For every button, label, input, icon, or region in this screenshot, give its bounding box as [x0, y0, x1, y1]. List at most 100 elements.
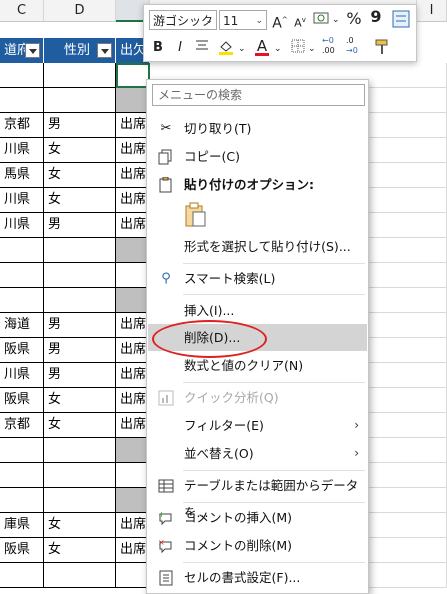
cell-attend[interactable]: 出席 — [116, 188, 150, 213]
cell-attend[interactable] — [116, 488, 150, 513]
cell-gender[interactable] — [44, 88, 116, 113]
cell-pref[interactable]: 京都 — [0, 413, 44, 438]
cell-gender[interactable]: 女 — [44, 188, 116, 213]
font-name-dropdown[interactable]: 游ゴシック ⌄ — [149, 10, 217, 30]
cell-pref[interactable] — [0, 438, 44, 463]
increase-decimal-button[interactable]: ←0.00 — [322, 36, 344, 56]
wrap-text-button[interactable] — [391, 10, 411, 30]
shrink-font-button[interactable]: Av — [290, 10, 310, 30]
menu-item-format-cells[interactable]: セルの書式設定(F)... — [148, 564, 367, 591]
cell-attend[interactable] — [116, 238, 150, 263]
borders-button[interactable] — [288, 38, 308, 58]
cell-pref[interactable]: 川県 — [0, 138, 44, 163]
cell-attend[interactable] — [116, 563, 150, 588]
cell-pref[interactable]: 海道 — [0, 313, 44, 338]
cell-pref[interactable] — [0, 488, 44, 513]
cell-pref[interactable] — [0, 463, 44, 488]
cell-gender[interactable]: 女 — [44, 388, 116, 413]
cell-gender[interactable] — [44, 563, 116, 588]
grow-font-button[interactable]: A^ — [270, 10, 290, 32]
bold-button[interactable]: B — [148, 38, 168, 58]
cell-attend[interactable]: 出席 — [116, 113, 150, 138]
cell-attend[interactable]: 出席 — [116, 138, 150, 163]
cell-pref[interactable]: 阪県 — [0, 338, 44, 363]
menu-item-copy[interactable]: コピー(C) — [148, 143, 367, 170]
cell-gender[interactable] — [44, 463, 116, 488]
format-painter-button[interactable] — [372, 38, 392, 58]
menu-item-cut[interactable]: ✂ 切り取り(T) — [148, 115, 367, 142]
cell-attend[interactable]: 出席 — [116, 363, 150, 388]
menu-item-insert-comment[interactable]: + コメントの挿入(M) — [148, 504, 367, 531]
menu-item-delete-comment[interactable]: × コメントの削除(M) — [148, 532, 367, 559]
cell-gender[interactable]: 男 — [44, 213, 116, 238]
cell-gender[interactable]: 男 — [44, 113, 116, 138]
cell-attend[interactable] — [116, 88, 150, 113]
decrease-decimal-button[interactable]: .0 →0 — [346, 36, 368, 56]
cell-gender[interactable]: 女 — [44, 163, 116, 188]
active-cell[interactable] — [116, 63, 150, 88]
cell-pref[interactable]: 川県 — [0, 213, 44, 238]
cell-pref[interactable]: 阪県 — [0, 538, 44, 563]
cell-gender[interactable]: 男 — [44, 363, 116, 388]
cell-attend[interactable]: 出席 — [116, 513, 150, 538]
cell-gender[interactable] — [44, 263, 116, 288]
cell-gender[interactable] — [44, 63, 116, 88]
cell-pref[interactable] — [0, 288, 44, 313]
menu-item-insert[interactable]: 挿入(I)... — [148, 297, 367, 324]
cell-pref[interactable] — [0, 563, 44, 588]
cell-pref[interactable]: 川県 — [0, 363, 44, 388]
header-cell-gender[interactable]: 性別 — [44, 38, 116, 63]
chevron-down-icon[interactable]: ⌄ — [308, 39, 316, 59]
cell-attend[interactable] — [116, 463, 150, 488]
cell-attend[interactable] — [116, 288, 150, 313]
font-color-button[interactable]: A — [252, 36, 272, 56]
cell-gender[interactable]: 女 — [44, 138, 116, 163]
cell-gender[interactable] — [44, 438, 116, 463]
italic-button[interactable]: I — [170, 38, 190, 58]
align-center-button[interactable] — [192, 38, 212, 58]
cell-gender[interactable]: 男 — [44, 338, 116, 363]
fill-color-button[interactable] — [216, 38, 236, 58]
column-header-c[interactable]: C — [0, 0, 44, 22]
chevron-down-icon[interactable]: ⌄ — [332, 10, 340, 30]
filter-dropdown-icon[interactable] — [97, 43, 112, 58]
header-cell-pref[interactable]: 道府 — [0, 38, 44, 63]
cell-gender[interactable]: 女 — [44, 513, 116, 538]
cell-pref[interactable]: 阪県 — [0, 388, 44, 413]
menu-item-get-data[interactable]: テーブルまたは範囲からデータを... — [148, 472, 367, 520]
column-header-i[interactable]: I — [417, 0, 447, 22]
chevron-down-icon[interactable]: ⌄ — [274, 39, 282, 59]
cell-gender[interactable]: 女 — [44, 413, 116, 438]
comma-style-button[interactable]: 9 — [366, 7, 386, 27]
menu-item-quick-analysis[interactable]: クイック分析(Q) — [148, 384, 367, 411]
cell-attend[interactable]: 出席 — [116, 163, 150, 188]
cell-attend[interactable]: 出席 — [116, 338, 150, 363]
cell-attend[interactable] — [116, 438, 150, 463]
cell-pref[interactable] — [0, 263, 44, 288]
menu-item-clear-contents[interactable]: 数式と値のクリア(N) — [148, 352, 367, 379]
filter-dropdown-icon[interactable] — [25, 43, 40, 58]
menu-item-filter[interactable]: フィルター(E) › — [148, 412, 367, 439]
cell-pref[interactable] — [0, 63, 44, 88]
menu-item-smart-lookup[interactable]: ⚲ スマート検索(L) — [148, 265, 367, 292]
cell-pref[interactable]: 京都 — [0, 113, 44, 138]
cell-attend[interactable]: 出席 — [116, 388, 150, 413]
cell-gender[interactable] — [44, 288, 116, 313]
menu-search-input[interactable]: メニューの検索 — [152, 84, 365, 106]
cell-pref[interactable]: 庫県 — [0, 513, 44, 538]
cell-gender[interactable]: 男 — [44, 313, 116, 338]
cell-attend[interactable]: 出席 — [116, 538, 150, 563]
cell-attend[interactable]: 出席 — [116, 413, 150, 438]
menu-item-paste-special[interactable]: 形式を選択して貼り付け(S)... — [148, 233, 367, 260]
percent-style-button[interactable]: % — [344, 9, 364, 29]
cell-gender[interactable] — [44, 238, 116, 263]
cell-gender[interactable]: 女 — [44, 538, 116, 563]
column-header-d[interactable]: D — [44, 0, 116, 22]
cell-attend[interactable]: 出席 — [116, 313, 150, 338]
cell-attend[interactable]: 出席 — [116, 213, 150, 238]
cell-pref[interactable] — [0, 238, 44, 263]
cell-pref[interactable] — [0, 88, 44, 113]
cell-gender[interactable] — [44, 488, 116, 513]
cell-attend[interactable] — [116, 263, 150, 288]
font-size-dropdown[interactable]: 11 ⌄ — [219, 10, 267, 30]
